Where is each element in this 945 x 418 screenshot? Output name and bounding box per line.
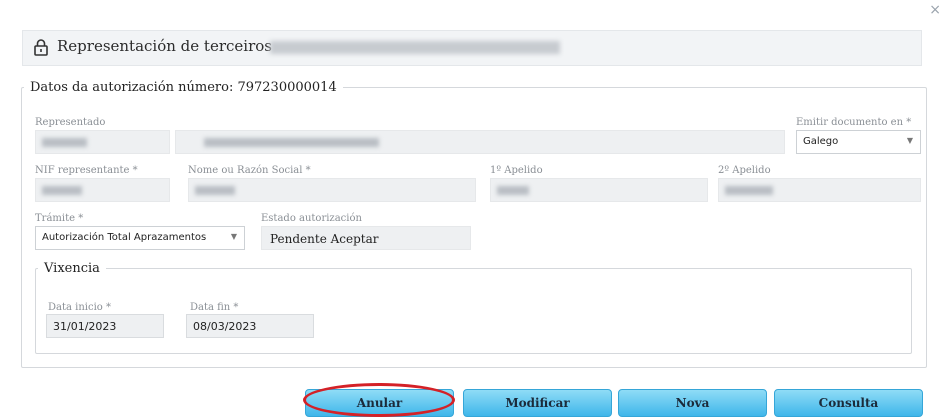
apelido1-label: 1º Apelido (490, 165, 543, 176)
lock-icon (34, 39, 48, 56)
data-inicio-field[interactable]: 31/01/2023 (46, 314, 164, 338)
authorization-legend: Datos da autorización número: 7972300000… (30, 80, 337, 95)
nif-field[interactable] (35, 178, 170, 202)
chevron-down-icon: ▼ (230, 232, 237, 241)
nif-label: NIF representante * (35, 165, 138, 176)
nome-label: Nome ou Razón Social * (188, 165, 311, 176)
emitir-label: Emitir documento en * (796, 117, 912, 128)
nova-button[interactable]: Nova (618, 389, 767, 417)
tramite-value: Autorización Total Aprazamentos (42, 232, 207, 243)
consulta-button[interactable]: Consulta (774, 389, 923, 417)
emitir-select[interactable]: Galego ▼ (796, 130, 921, 154)
representado-name-field (175, 130, 785, 154)
vixencia-legend: Vixencia (44, 261, 100, 276)
representado-label: Representado (35, 117, 106, 128)
chevron-down-icon: ▼ (906, 136, 913, 145)
redacted-title-detail (270, 41, 560, 54)
close-icon[interactable]: × (929, 2, 941, 18)
estado-value: Pendente Aceptar (270, 232, 379, 246)
data-inicio-value: 31/01/2023 (53, 320, 117, 333)
vixencia-section: Vixencia (35, 261, 912, 354)
apelido2-label: 2º Apelido (718, 165, 771, 176)
nome-field[interactable] (188, 178, 476, 202)
estado-label: Estado autorización (261, 213, 362, 224)
representado-nif-field (35, 130, 170, 154)
tramite-label: Trámite * (35, 213, 84, 224)
anular-button[interactable]: Anular (305, 389, 454, 417)
apelido2-field[interactable] (718, 178, 921, 202)
dialog-title: Representación de terceiros (57, 37, 272, 55)
data-inicio-label: Data inicio * (48, 302, 111, 313)
data-fin-field[interactable]: 08/03/2023 (186, 314, 314, 338)
apelido1-field[interactable] (490, 178, 708, 202)
modificar-button[interactable]: Modificar (463, 389, 612, 417)
data-fin-label: Data fin * (190, 302, 239, 313)
estado-field: Pendente Aceptar (261, 226, 471, 250)
data-fin-value: 08/03/2023 (193, 320, 257, 333)
tramite-select[interactable]: Autorización Total Aprazamentos ▼ (35, 226, 245, 250)
emitir-value: Galego (803, 136, 839, 147)
